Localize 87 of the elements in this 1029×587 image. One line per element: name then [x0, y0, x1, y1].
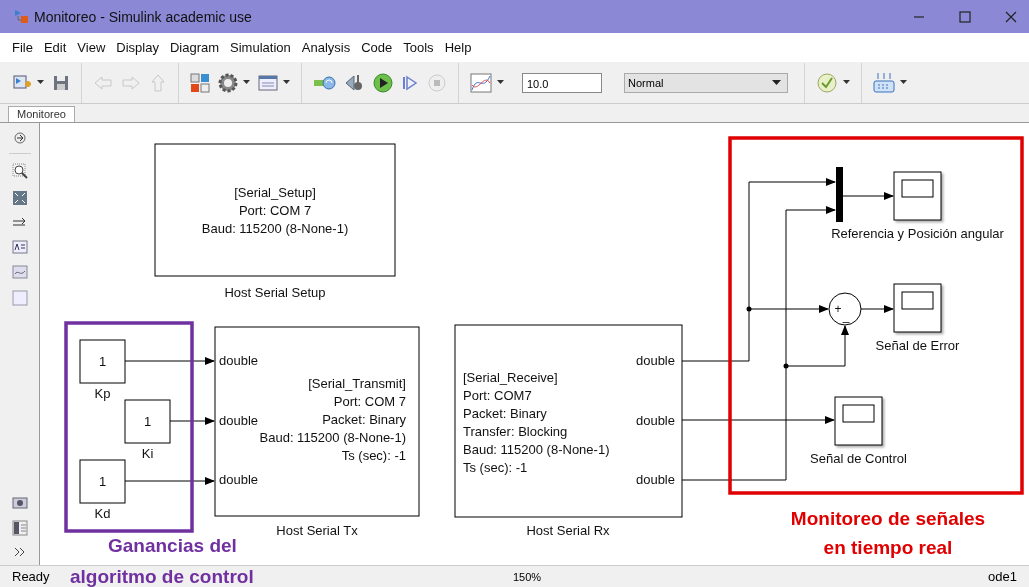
model-icon — [14, 8, 30, 25]
block-name: Referencia y Posición angular — [831, 226, 1004, 241]
camera-icon[interactable] — [11, 495, 28, 509]
sum-sign: + — [834, 302, 842, 316]
block — [79, 339, 126, 384]
menu-item[interactable]: View — [77, 40, 106, 55]
block — [124, 399, 171, 444]
stop-time-field[interactable]: 10.0 — [522, 72, 602, 93]
gain-value: 1 — [98, 354, 107, 369]
menu-item[interactable]: Diagram — [169, 40, 220, 55]
port-label: double — [219, 353, 259, 368]
caret-icon[interactable] — [497, 80, 504, 85]
caret-icon[interactable] — [843, 80, 850, 85]
block-name: Kd — [94, 506, 111, 521]
annotation-icon[interactable] — [11, 240, 28, 254]
close-icon[interactable] — [1005, 10, 1017, 23]
block — [79, 459, 126, 504]
signal-line — [169, 417, 215, 425]
port-label: double — [635, 472, 675, 487]
gain-value: 1 — [98, 474, 107, 489]
block-name: Ki — [141, 446, 154, 461]
annotation-text: en tiempo real — [822, 536, 954, 560]
simulation-mode-dropdown[interactable]: Normal — [624, 72, 788, 93]
caret-icon[interactable] — [37, 80, 44, 85]
fit-view-icon[interactable] — [11, 190, 28, 206]
port-label: double — [635, 412, 675, 428]
zoom-level: 150% — [513, 570, 542, 583]
tab[interactable]: Monitoreo — [8, 106, 75, 122]
scope-block — [893, 283, 942, 333]
sum-sign: _ — [842, 309, 850, 323]
block-name: Señal de Error — [875, 338, 960, 353]
block-name: Host Serial Rx — [526, 523, 610, 538]
signal-line — [860, 305, 894, 313]
caret-icon[interactable] — [243, 80, 250, 85]
gear-icon[interactable] — [218, 72, 238, 93]
step-back-icon[interactable] — [345, 72, 365, 93]
solver-name: ode1 — [988, 569, 1017, 584]
scope-block — [834, 396, 883, 446]
sum-block — [828, 292, 862, 326]
scope-block — [893, 171, 942, 221]
block-parameters: [Serial_Transmit] Port: COM 7 Packet: Binary Baud: 115200 (8-None-1) Ts (sec): -1 — [259, 376, 406, 463]
mux-bar — [836, 167, 843, 222]
block-name: Kp — [94, 386, 111, 401]
caret-icon[interactable] — [900, 80, 907, 85]
annotation-text: Ganancias del — [108, 534, 237, 558]
menu-item[interactable]: Tools — [403, 40, 434, 55]
block-parameters: [Serial_Setup] Port: COM 7 Baud: 115200 (8-None-1) — [201, 185, 349, 236]
menu-item[interactable]: Code — [361, 40, 393, 55]
menu-item[interactable]: File — [12, 40, 33, 55]
model-browser-icon[interactable] — [11, 520, 28, 536]
junction-dot — [746, 306, 752, 312]
block-name: Host Serial Setup — [224, 285, 326, 300]
maximize-icon[interactable] — [959, 10, 971, 23]
menu-item[interactable]: Edit — [43, 40, 67, 55]
block-parameters: [Serial_Receive] Port: COM7 Packet: Binary Transfer: Blocking Baud: 115200 (8-None-1) Ts (sec): -1 — [463, 370, 610, 475]
menu-item[interactable]: Display — [116, 40, 159, 55]
play-icon[interactable] — [373, 72, 393, 93]
block-name: Host Serial Tx — [276, 523, 358, 538]
grid-icon[interactable] — [873, 71, 895, 94]
status-text: Ready — [12, 569, 50, 584]
step-forward-icon[interactable] — [401, 73, 419, 92]
scope-chart-icon[interactable] — [470, 72, 492, 93]
port-label: double — [219, 472, 259, 487]
hide-icon[interactable] — [13, 132, 26, 144]
image-icon[interactable] — [11, 265, 28, 279]
port-label: double — [635, 353, 675, 368]
caret-icon[interactable] — [283, 80, 290, 85]
zoom-icon[interactable] — [11, 163, 28, 179]
more-icon[interactable] — [13, 547, 26, 557]
arrows-icon[interactable] — [11, 217, 28, 229]
panel-icon[interactable] — [258, 73, 278, 92]
annotation-text: Monitoreo de señales — [789, 507, 987, 531]
check-icon[interactable] — [816, 71, 838, 94]
data-inspector-icon[interactable] — [313, 73, 337, 92]
save-icon[interactable] — [52, 73, 70, 92]
signal-line — [842, 192, 894, 200]
menu-item[interactable]: Help — [444, 40, 472, 55]
window-title: Monitoreo - Simulink academic use — [34, 8, 252, 25]
gain-value: 1 — [143, 414, 152, 429]
annotation-text: algoritmo de control — [70, 565, 254, 587]
menu-item[interactable]: Analysis — [301, 40, 351, 55]
block-name: Señal de Control — [810, 451, 907, 466]
port-label: double — [219, 412, 259, 428]
menu-item[interactable]: Simulation — [230, 40, 291, 55]
junction-dot — [783, 363, 789, 369]
library-icon[interactable] — [190, 72, 210, 93]
caret-icon — [772, 80, 781, 85]
